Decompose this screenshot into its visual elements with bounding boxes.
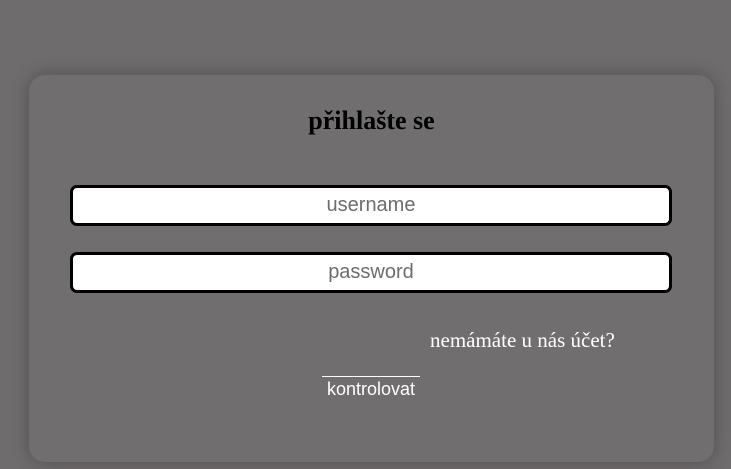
- login-title: přihlašte se: [308, 106, 435, 135]
- submit-button[interactable]: kontrolovat: [322, 376, 420, 400]
- password-input[interactable]: [70, 252, 672, 293]
- username-input[interactable]: [70, 185, 672, 226]
- login-card: přihlašte se nemámáte u nás účet? kontro…: [29, 75, 714, 462]
- register-link[interactable]: nemámáte u nás účet?: [430, 327, 615, 353]
